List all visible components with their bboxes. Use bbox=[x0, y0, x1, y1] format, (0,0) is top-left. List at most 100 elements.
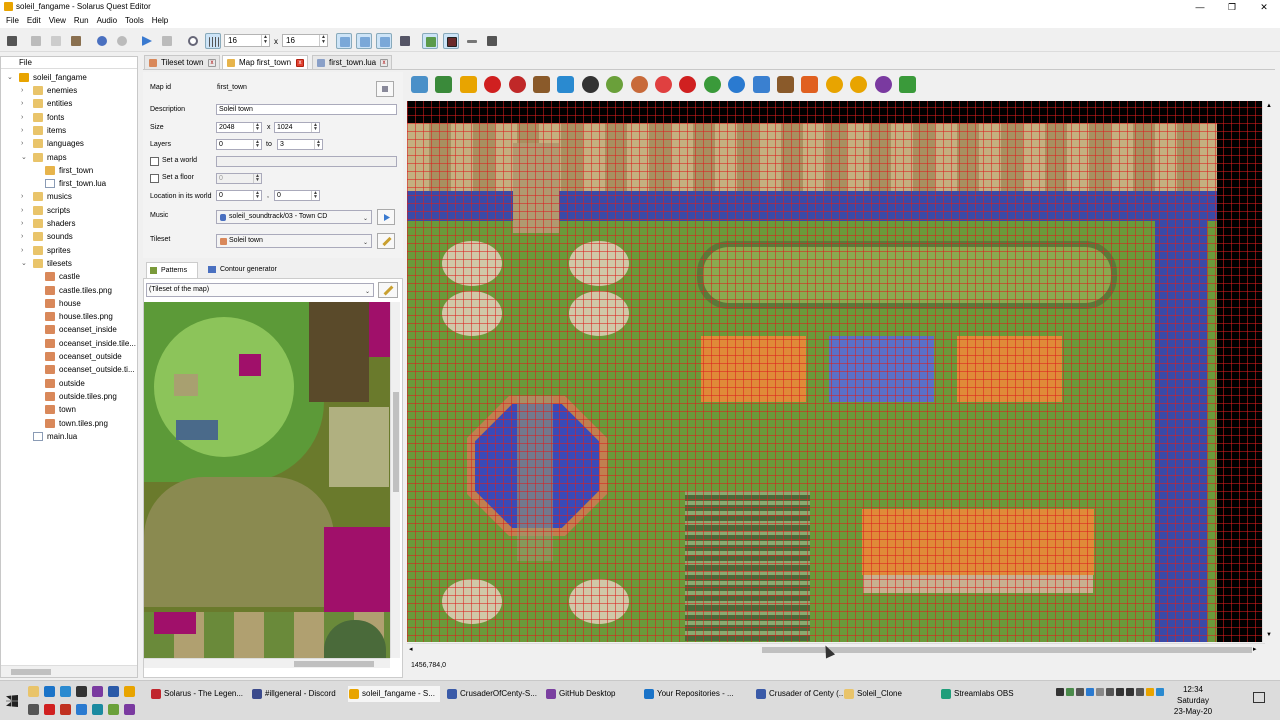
map-vertical-scrollbar[interactable]: ▲ ▼ bbox=[1262, 101, 1274, 642]
tray-icon[interactable] bbox=[1066, 688, 1074, 696]
expand-arrow-icon[interactable]: › bbox=[21, 84, 31, 97]
resize-icon[interactable] bbox=[464, 33, 480, 49]
block-icon[interactable] bbox=[630, 76, 648, 93]
security-icon[interactable] bbox=[1086, 688, 1094, 696]
menu-tools[interactable]: Tools bbox=[121, 14, 148, 28]
scroll-thumb[interactable] bbox=[393, 392, 399, 492]
undo-icon[interactable] bbox=[94, 33, 110, 49]
obs-icon[interactable] bbox=[76, 686, 87, 697]
jumper-icon[interactable] bbox=[557, 76, 575, 93]
taskbar-item-1[interactable]: #illgeneral - Discord bbox=[251, 686, 343, 702]
expand-arrow-icon[interactable]: › bbox=[21, 230, 31, 243]
teletransporter-icon[interactable] bbox=[459, 76, 477, 93]
mic-icon[interactable] bbox=[1056, 688, 1064, 696]
chrome-icon[interactable] bbox=[44, 686, 55, 697]
door-icon[interactable] bbox=[777, 76, 794, 93]
maximize-button[interactable]: ❐ bbox=[1216, 0, 1248, 14]
notification-icon[interactable] bbox=[1253, 692, 1265, 703]
taskbar-item-8[interactable]: Streamlabs OBS bbox=[940, 686, 1035, 702]
cut-icon[interactable] bbox=[28, 33, 44, 49]
layer-high-icon[interactable] bbox=[376, 33, 392, 49]
tileset-vertical-scrollbar[interactable] bbox=[390, 302, 400, 658]
taskbar-item-4[interactable]: GitHub Desktop bbox=[545, 686, 637, 702]
close-tab-icon[interactable]: x bbox=[296, 59, 304, 67]
volume-icon[interactable] bbox=[1126, 688, 1134, 696]
plugin-icon[interactable] bbox=[899, 76, 916, 93]
tree-horizontal-scrollbar[interactable] bbox=[1, 665, 137, 677]
switch-icon[interactable] bbox=[655, 76, 672, 93]
paste-icon[interactable] bbox=[68, 33, 84, 49]
explorer-icon[interactable] bbox=[28, 686, 39, 697]
tray-icon[interactable] bbox=[1156, 688, 1164, 696]
crystal-icon[interactable] bbox=[728, 76, 746, 93]
expand-arrow-icon[interactable]: ⌄ bbox=[21, 151, 31, 164]
help-icon[interactable] bbox=[703, 76, 721, 93]
tab-tileset-town[interactable]: Tileset town x bbox=[144, 55, 220, 69]
copy-icon[interactable] bbox=[48, 33, 64, 49]
collapse-arrow-icon[interactable]: ⌄ bbox=[7, 71, 17, 84]
edit-tileset-button[interactable] bbox=[377, 233, 395, 249]
layer-low-icon[interactable] bbox=[336, 33, 352, 49]
redo-icon[interactable] bbox=[114, 33, 130, 49]
destructible-pot-icon[interactable] bbox=[508, 76, 526, 93]
expand-arrow-icon[interactable]: › bbox=[21, 124, 31, 137]
location-x-input[interactable]: 0 ▲ ▼ bbox=[216, 190, 262, 201]
crystal-block-icon[interactable] bbox=[825, 76, 843, 93]
pdf-icon[interactable] bbox=[44, 704, 55, 715]
network-icon[interactable] bbox=[1116, 688, 1124, 696]
tab-map-first-town[interactable]: Map first_town x bbox=[222, 55, 308, 69]
solarus-icon[interactable] bbox=[124, 686, 135, 697]
taskbar-item-2[interactable]: soleil_fangame - S... bbox=[348, 686, 440, 702]
obstacle-icon[interactable] bbox=[443, 33, 459, 49]
map-view[interactable] bbox=[407, 101, 1265, 642]
skype-icon[interactable] bbox=[60, 686, 71, 697]
keyboard-icon[interactable] bbox=[1136, 688, 1144, 696]
taskbar-item-3[interactable]: CrusaderOfCenty-S... bbox=[446, 686, 538, 702]
menu-view[interactable]: View bbox=[45, 14, 70, 28]
github-icon[interactable] bbox=[92, 686, 103, 697]
set-floor-checkbox[interactable] bbox=[150, 174, 159, 183]
expand-arrow-icon[interactable]: › bbox=[21, 190, 31, 203]
grid-toggle-icon[interactable] bbox=[205, 33, 221, 49]
taskbar-item-6[interactable]: Crusader of Centy (... bbox=[755, 686, 845, 702]
layer-mid-icon[interactable] bbox=[356, 33, 372, 49]
discord-icon[interactable] bbox=[124, 704, 135, 715]
expand-arrow-icon[interactable]: › bbox=[21, 217, 31, 230]
map-horizontal-scrollbar[interactable]: ◂ ▸ bbox=[407, 643, 1265, 655]
scroll-thumb[interactable] bbox=[11, 669, 51, 675]
scroll-up-arrow-icon[interactable]: ▲ bbox=[1263, 103, 1275, 109]
menu-edit[interactable]: Edit bbox=[23, 14, 45, 28]
vscode-icon[interactable] bbox=[108, 686, 119, 697]
tab-first-town-lua[interactable]: first_town.lua x bbox=[312, 55, 392, 69]
expand-arrow-icon[interactable]: › bbox=[21, 97, 31, 110]
cs-icon[interactable] bbox=[92, 704, 103, 715]
expand-arrow-icon[interactable]: › bbox=[21, 244, 31, 257]
custom-entity-icon[interactable] bbox=[874, 76, 892, 93]
taskbar-item-5[interactable]: Your Repositories - ... bbox=[643, 686, 748, 702]
office-icon[interactable] bbox=[60, 704, 71, 715]
expand-arrow-icon[interactable]: ⌄ bbox=[21, 257, 31, 270]
close-tab-icon[interactable]: x bbox=[380, 59, 388, 67]
rename-map-button[interactable] bbox=[376, 81, 394, 97]
menu-file[interactable]: File bbox=[2, 14, 23, 28]
menu-audio[interactable]: Audio bbox=[93, 14, 121, 28]
tray-icon[interactable] bbox=[1106, 688, 1114, 696]
pickable-heart-icon[interactable] bbox=[484, 76, 502, 93]
edge-icon[interactable] bbox=[76, 704, 87, 715]
start-icon[interactable] bbox=[6, 695, 18, 707]
entity-list-icon[interactable] bbox=[484, 33, 500, 49]
chest-icon[interactable] bbox=[533, 76, 550, 93]
stream-icon[interactable] bbox=[801, 76, 819, 93]
location-y-input[interactable]: 0 ▲ ▼ bbox=[274, 190, 320, 201]
close-tab-icon[interactable]: x bbox=[208, 59, 216, 67]
set-world-checkbox[interactable] bbox=[150, 157, 159, 166]
enemy-icon[interactable] bbox=[581, 76, 599, 93]
expand-arrow-icon[interactable]: › bbox=[21, 137, 31, 150]
stop-icon[interactable] bbox=[159, 33, 175, 49]
tab-patterns[interactable]: Patterns bbox=[146, 262, 198, 278]
tileset-view[interactable] bbox=[144, 302, 392, 658]
expand-arrow-icon[interactable]: › bbox=[21, 204, 31, 217]
tile-icon[interactable] bbox=[411, 76, 428, 93]
music-select[interactable]: soleil_soundtrack/03 - Town CD ⌄ bbox=[216, 210, 372, 224]
layer-max-input[interactable]: 3 ▲ ▼ bbox=[277, 139, 323, 150]
